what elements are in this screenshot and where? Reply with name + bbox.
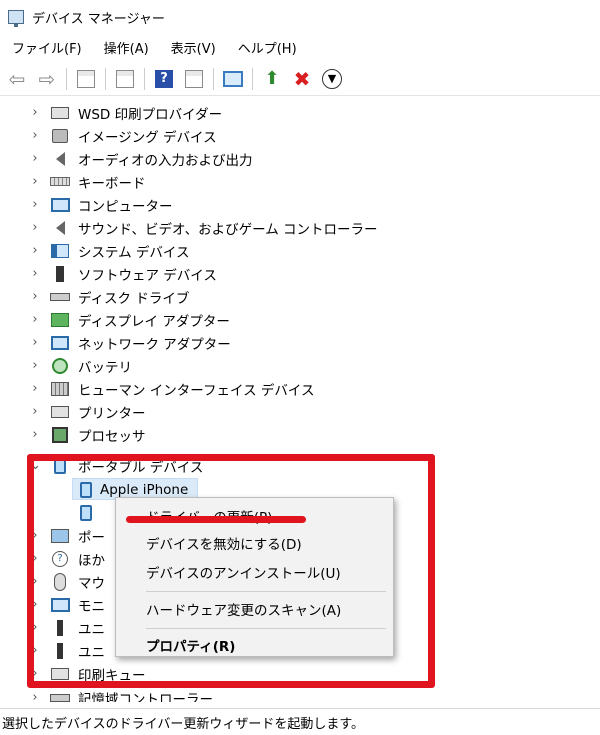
- forward-arrow-icon[interactable]: ⇨: [35, 67, 59, 91]
- menu-help[interactable]: ヘルプ(H): [230, 38, 305, 57]
- tree-item-label: プリンター: [78, 405, 146, 422]
- tree-item-system-devices[interactable]: › システム デバイス: [0, 239, 600, 262]
- tree-item-label: ディスプレイ アダプター: [78, 313, 230, 330]
- network-icon: [50, 335, 70, 351]
- tree-item-audio-io[interactable]: › オーディオの入力および出力: [0, 147, 600, 170]
- tree-item-label: 記憶域コントローラー: [78, 691, 213, 703]
- drive-icon: [50, 289, 70, 305]
- tree-item-computer[interactable]: › コンピューター: [0, 193, 600, 216]
- tree-item-label: ヒューマン インターフェイス デバイス: [78, 382, 315, 399]
- menu-separator: [146, 628, 386, 629]
- chevron-right-icon[interactable]: ›: [30, 266, 40, 281]
- chevron-right-icon[interactable]: ›: [30, 151, 40, 166]
- menu-bar: ファイル(F) 操作(A) 表示(V) ヘルプ(H): [0, 34, 600, 60]
- tree-item-label: ソフトウェア デバイス: [78, 267, 217, 284]
- camera-icon: [50, 128, 70, 144]
- properties-icon[interactable]: [113, 67, 137, 91]
- back-arrow-icon[interactable]: ⇦: [5, 67, 29, 91]
- monitor-icon: [50, 197, 70, 213]
- tree-item-label: イメージング デバイス: [78, 129, 217, 146]
- menu-item-uninstall-device[interactable]: デバイスのアンインストール(U): [116, 559, 393, 585]
- disable-device-icon[interactable]: ▼: [320, 67, 344, 91]
- tree-item-label: コンピューター: [78, 198, 173, 215]
- toolbar-separator: [213, 67, 214, 90]
- system-icon: [50, 243, 70, 259]
- chevron-right-icon[interactable]: ›: [30, 243, 40, 258]
- update-driver-icon[interactable]: ⬆: [260, 67, 284, 91]
- tree-item-software-devices[interactable]: › ソフトウェア デバイス: [0, 262, 600, 285]
- speaker-icon: [50, 220, 70, 236]
- chevron-right-icon[interactable]: ›: [30, 128, 40, 143]
- tree-item-sound-video-game[interactable]: › サウンド、ビデオ、およびゲーム コントローラー: [0, 216, 600, 239]
- menu-action[interactable]: 操作(A): [96, 38, 157, 57]
- tree-item-label: WSD 印刷プロバイダー: [78, 106, 223, 123]
- toolbar-separator: [105, 67, 106, 90]
- tree-item-wsd-print-provider[interactable]: › WSD 印刷プロバイダー: [0, 101, 600, 124]
- hid-icon: [50, 381, 70, 397]
- battery-icon: [50, 357, 70, 374]
- tree-item-hid[interactable]: › ヒューマン インターフェイス デバイス: [0, 377, 600, 400]
- chevron-right-icon[interactable]: ›: [30, 312, 40, 327]
- device-manager-icon: [8, 10, 24, 27]
- tree-item-label: ネットワーク アダプター: [78, 336, 231, 353]
- tree-item-label: ディスク ドライブ: [78, 290, 190, 307]
- chevron-right-icon[interactable]: ›: [30, 404, 40, 419]
- tree-item-label: キーボード: [78, 175, 146, 192]
- menu-item-scan-hardware[interactable]: ハードウェア変更のスキャン(A): [116, 596, 393, 622]
- printer-icon: [50, 404, 70, 420]
- menu-view[interactable]: 表示(V): [163, 38, 224, 57]
- menu-item-disable-device[interactable]: デバイスを無効にする(D): [116, 530, 393, 556]
- title-bar: デバイス マネージャー: [0, 0, 600, 34]
- menu-separator: [146, 591, 386, 592]
- chevron-right-icon[interactable]: ›: [30, 105, 40, 120]
- toolbar-separator: [252, 67, 253, 90]
- status-bar: 選択したデバイスのドライバー更新ウィザードを起動します。: [0, 708, 600, 735]
- menu-file[interactable]: ファイル(F): [4, 38, 90, 57]
- menu-item-properties[interactable]: プロパティ(R): [116, 632, 393, 658]
- tree-item-label: プロセッサ: [78, 428, 146, 445]
- chevron-right-icon[interactable]: ›: [30, 197, 40, 212]
- speaker-icon: [50, 151, 70, 167]
- tree-item-keyboards[interactable]: › キーボード: [0, 170, 600, 193]
- tree-item-network-adapters[interactable]: › ネットワーク アダプター: [0, 331, 600, 354]
- chevron-right-icon[interactable]: ›: [30, 335, 40, 350]
- show-hide-console-tree-icon[interactable]: [74, 67, 98, 91]
- toolbar: ⇦ ⇨ ? ⬆ ✖ ▼: [0, 62, 600, 96]
- tree-item-label: サウンド、ビデオ、およびゲーム コントローラー: [78, 221, 378, 238]
- tree-item-processors[interactable]: › プロセッサ: [0, 423, 600, 446]
- tree-item-label: バッテリ: [78, 359, 132, 376]
- help-icon[interactable]: ?: [152, 67, 176, 91]
- scan-hardware-icon[interactable]: [221, 67, 245, 91]
- software-icon: [50, 265, 70, 282]
- status-text: 選択したデバイスのドライバー更新ウィザードを起動します。: [2, 716, 365, 732]
- cpu-icon: [50, 426, 70, 443]
- chevron-right-icon[interactable]: ›: [30, 174, 40, 189]
- tree-item-batteries[interactable]: › バッテリ: [0, 354, 600, 377]
- chevron-right-icon[interactable]: ›: [30, 427, 40, 442]
- toolbar-separator: [144, 67, 145, 90]
- annotation-underline: [126, 516, 306, 523]
- action-pane-icon[interactable]: [182, 67, 206, 91]
- printer-icon: [50, 105, 70, 121]
- display-adapter-icon: [50, 312, 70, 328]
- tree-item-printers[interactable]: › プリンター: [0, 400, 600, 423]
- tree-item-storage-controllers[interactable]: › 記憶域コントローラー: [0, 686, 600, 702]
- tree-item-imaging-devices[interactable]: › イメージング デバイス: [0, 124, 600, 147]
- tree-item-label: オーディオの入力および出力: [78, 152, 253, 169]
- chevron-right-icon[interactable]: ›: [30, 381, 40, 396]
- uninstall-icon[interactable]: ✖: [290, 67, 314, 91]
- keyboard-icon: [50, 174, 70, 190]
- tree-item-disk-drives[interactable]: › ディスク ドライブ: [0, 285, 600, 308]
- window-title: デバイス マネージャー: [32, 11, 165, 27]
- chevron-right-icon[interactable]: ›: [30, 220, 40, 235]
- chevron-right-icon[interactable]: ›: [30, 358, 40, 373]
- tree-item-display-adapters[interactable]: › ディスプレイ アダプター: [0, 308, 600, 331]
- drive-icon: [50, 690, 70, 703]
- chevron-right-icon[interactable]: ›: [30, 289, 40, 304]
- toolbar-separator: [66, 67, 67, 90]
- tree-item-label: システム デバイス: [78, 244, 190, 261]
- chevron-right-icon[interactable]: ›: [30, 690, 40, 702]
